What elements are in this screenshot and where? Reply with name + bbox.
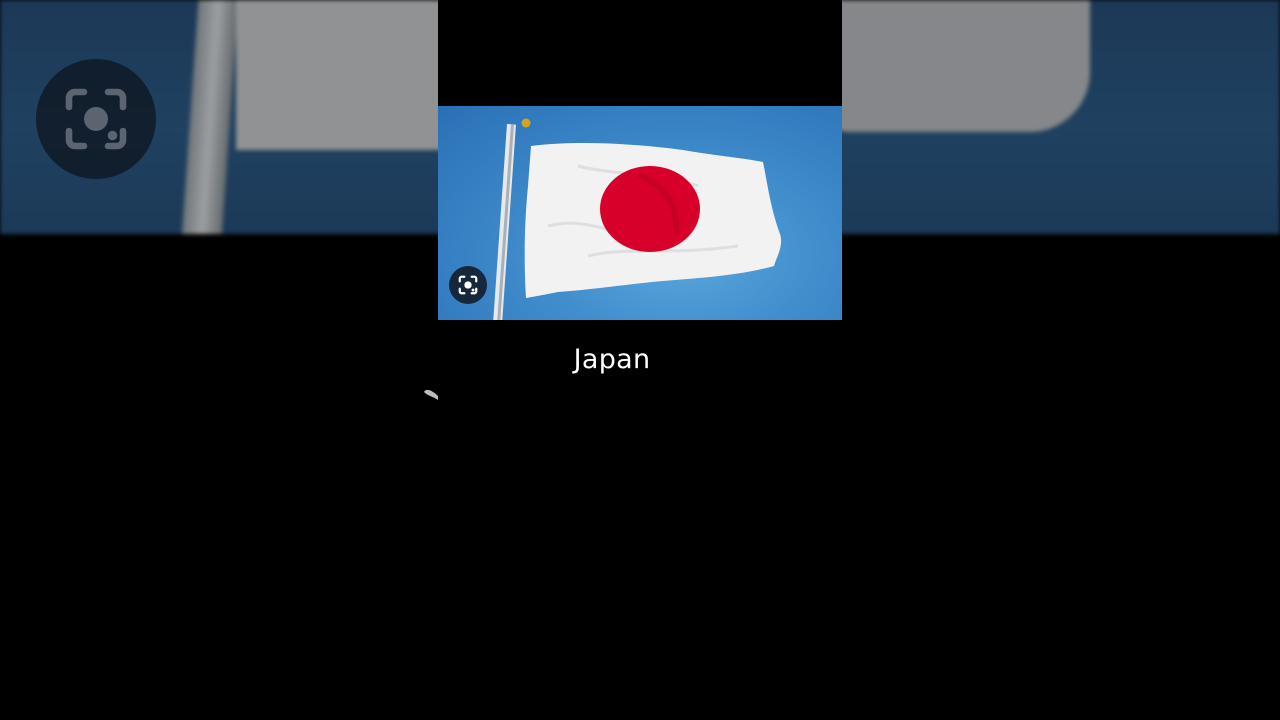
pointer-fragment-icon (424, 389, 438, 400)
video-stage: Japan (0, 0, 1280, 720)
backdrop-flag-left (236, 0, 456, 150)
visual-search-button[interactable] (449, 266, 487, 304)
scan-lens-icon (65, 88, 127, 150)
backdrop-flag-right (820, 0, 1090, 132)
flagpole-finial (521, 118, 531, 128)
backdrop-scan-button (36, 59, 156, 179)
backdrop-flagpole (180, 0, 240, 234)
country-caption: Japan (573, 344, 651, 375)
japan-flag-image (493, 118, 782, 320)
scan-lens-icon (458, 275, 478, 295)
flag-photo (438, 106, 842, 320)
